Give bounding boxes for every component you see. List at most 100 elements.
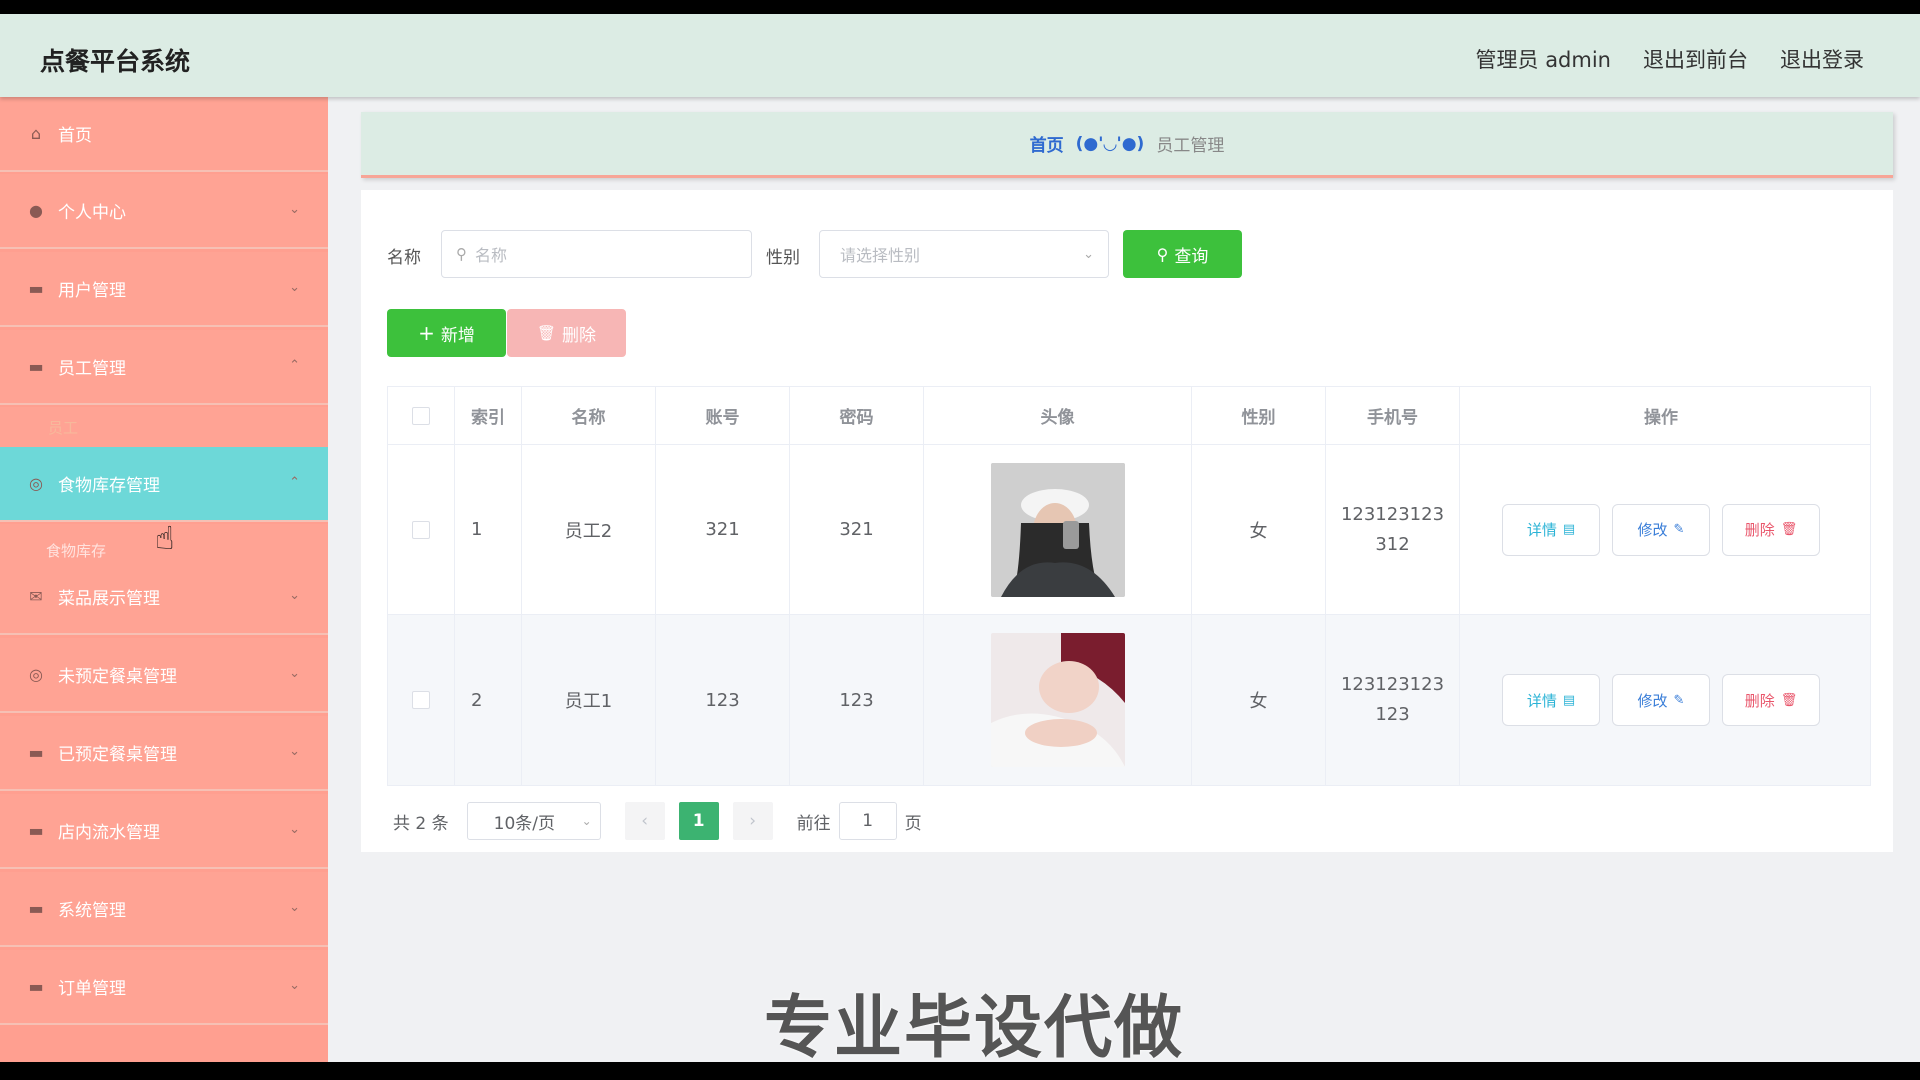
briefcase-icon: ▬ — [28, 279, 44, 298]
user-icon: ● — [29, 201, 43, 220]
query-button-label: 查询 — [1174, 246, 1209, 267]
page-size-value: 10条/页 — [493, 813, 555, 834]
avatar[interactable] — [990, 462, 1125, 597]
page-number-button[interactable]: 1 — [678, 802, 719, 840]
detail-button-label: 详情 — [1526, 521, 1557, 539]
edit-button[interactable]: 修改 ✎ — [1612, 503, 1710, 556]
detail-button[interactable]: 详情 ▤ — [1502, 674, 1600, 726]
chevron-down-icon: ⌄ — [289, 744, 300, 759]
table-row[interactable]: 1 员工2 321 321 女 123123123 312 详情 ▤ 修改 ✎ … — [388, 445, 1870, 615]
search-icon: ⚲ — [456, 245, 467, 263]
delete-button[interactable]: 删除 🗑 — [1722, 674, 1820, 726]
back-to-front-link[interactable]: 退出到前台 — [1643, 44, 1748, 74]
pagination: 共 2 条 10条/页 ⌄ ‹ 1 › 前往 1 页 — [393, 802, 922, 840]
column-header[interactable]: 名称 — [522, 387, 656, 444]
main-panel: 名称 ⚲ 名称 性别 请选择性别 ⌄ ⚲ 查询 + 新增 🗑 删除 索引 名称 … — [361, 190, 1893, 852]
sidebar: ⌂ 首页 ● 个人中心 ⌄ ▬ 用户管理 ⌄ ▬ 员工管理 ⌃ 员工 ◎ 食物库… — [0, 97, 328, 1062]
edit-button[interactable]: 修改 ✎ — [1612, 674, 1710, 726]
column-header[interactable]: 头像 — [924, 387, 1192, 444]
row-checkbox[interactable] — [412, 691, 430, 709]
phone-line: 123 — [1375, 704, 1410, 725]
sidebar-item-label: 订单管理 — [58, 979, 126, 999]
row-checkbox[interactable] — [412, 520, 430, 539]
column-header[interactable]: 账号 — [656, 387, 790, 444]
search-icon: ⚲ — [1156, 244, 1169, 264]
bulk-delete-button[interactable]: 🗑 删除 — [507, 309, 626, 357]
sidebar-item-unreserved-tables[interactable]: ◎ 未预定餐桌管理 ⌄ — [0, 638, 328, 713]
chevron-down-icon: ⌄ — [289, 588, 300, 603]
avatar-cell — [924, 615, 1192, 785]
phone-cell: 123123123 123 — [1326, 615, 1460, 785]
sidebar-item-home[interactable]: ⌂ 首页 — [0, 97, 328, 172]
password-cell: 123 — [790, 615, 924, 785]
current-user-label[interactable]: 管理员 admin — [1476, 44, 1611, 74]
app-title: 点餐平台系统 — [40, 47, 191, 76]
column-header[interactable]: 手机号 — [1326, 387, 1460, 444]
breadcrumb-separator: (●'◡'●) — [1075, 133, 1145, 154]
sidebar-item-label: 菜品展示管理 — [58, 589, 160, 609]
account-cell: 321 — [656, 445, 790, 614]
name-search-input[interactable]: ⚲ 名称 — [441, 230, 752, 278]
sidebar-item-system-management[interactable]: ▬ 系统管理 ⌄ — [0, 872, 328, 947]
password-cell: 321 — [790, 445, 924, 614]
logout-link[interactable]: 退出登录 — [1780, 44, 1864, 74]
submenu-item-staff[interactable]: 员工 — [48, 417, 78, 438]
chevron-down-icon: ⌄ — [289, 900, 300, 915]
page-size-select[interactable]: 10条/页 ⌄ — [466, 802, 601, 840]
sidebar-item-dish-display[interactable]: ✉ 菜品展示管理 ⌄ — [0, 560, 328, 635]
chevron-down-icon: ⌄ — [1083, 246, 1094, 262]
sidebar-item-staff-management[interactable]: ▬ 员工管理 ⌃ — [0, 330, 328, 405]
sidebar-item-label: 食物库存管理 — [58, 476, 160, 496]
column-header[interactable]: 操作 — [1460, 387, 1862, 444]
sidebar-item-order-management[interactable]: ▬ 订单管理 ⌄ — [0, 950, 328, 1025]
sidebar-item-store-cashflow[interactable]: ▬ 店内流水管理 ⌄ — [0, 794, 328, 869]
app-screen: 点餐平台系统 管理员 admin 退出到前台 退出登录 ⌂ 首页 ● 个人中心 … — [0, 14, 1920, 1062]
ticket-icon: ▬ — [28, 821, 44, 840]
plus-icon: + — [418, 321, 435, 345]
phone-line: 312 — [1375, 533, 1410, 555]
staff-table: 索引 名称 账号 密码 头像 性别 手机号 操作 1 员工2 321 321 女… — [387, 386, 1871, 786]
row-select-cell — [388, 445, 455, 614]
select-all-checkbox[interactable] — [412, 406, 430, 425]
column-header[interactable]: 密码 — [790, 387, 924, 444]
phone-line: 123123123 — [1340, 503, 1445, 525]
query-button[interactable]: ⚲ 查询 — [1123, 230, 1242, 278]
account-cell: 123 — [656, 615, 790, 785]
watermark-text: 专业毕设代做 — [764, 989, 1185, 1062]
chevron-down-icon: ⌄ — [289, 978, 300, 993]
lifebuoy-icon: ◎ — [29, 665, 43, 684]
sidebar-item-label: 已预定餐桌管理 — [58, 745, 177, 765]
sidebar-item-food-inventory[interactable]: ◎ 食物库存管理 ⌃ — [0, 447, 328, 522]
pagination-total: 共 2 条 — [393, 813, 449, 834]
column-header[interactable]: 索引 — [455, 387, 522, 444]
add-button[interactable]: + 新增 — [387, 309, 506, 357]
column-header[interactable]: 性别 — [1192, 387, 1326, 444]
next-page-button[interactable]: › — [732, 802, 773, 840]
prev-page-button[interactable]: ‹ — [624, 802, 665, 840]
name-cell: 员工1 — [522, 615, 656, 785]
edit-button-label: 修改 — [1637, 691, 1668, 710]
avatar[interactable] — [990, 633, 1125, 767]
edit-button-label: 修改 — [1637, 521, 1668, 539]
select-all-cell — [388, 387, 455, 444]
delete-button[interactable]: 删除 🗑 — [1722, 503, 1820, 556]
top-header: 点餐平台系统 管理员 admin 退出到前台 退出登录 — [0, 14, 1920, 97]
sidebar-item-reserved-tables[interactable]: ▬ 已预定餐桌管理 ⌄ — [0, 716, 328, 791]
detail-button[interactable]: 详情 ▤ — [1502, 503, 1600, 556]
chevron-down-icon: ⌄ — [289, 280, 300, 295]
gender-select[interactable]: 请选择性别 ⌄ — [819, 230, 1109, 278]
submenu-item-food-inventory[interactable]: 食物库存 — [46, 540, 106, 561]
delete-button-label: 删除 — [1744, 521, 1775, 539]
detail-button-label: 详情 — [1526, 691, 1557, 710]
chevron-down-icon: ⌄ — [289, 666, 300, 681]
sidebar-item-personal-center[interactable]: ● 个人中心 ⌄ — [0, 174, 328, 249]
phone-cell: 123123123 312 — [1326, 445, 1460, 614]
home-icon: ⌂ — [30, 124, 42, 143]
trash-icon: 🗑 — [536, 324, 557, 342]
breadcrumb-home[interactable]: 首页 — [1030, 131, 1064, 156]
table-row[interactable]: 2 员工1 123 123 女 123123123 123 详情 ▤ 修改 ✎ … — [388, 615, 1870, 785]
sidebar-item-label: 系统管理 — [58, 901, 126, 921]
goto-page-input[interactable]: 1 — [838, 802, 897, 840]
sidebar-item-user-management[interactable]: ▬ 用户管理 ⌄ — [0, 252, 328, 327]
chevron-down-icon: ⌄ — [581, 814, 592, 828]
